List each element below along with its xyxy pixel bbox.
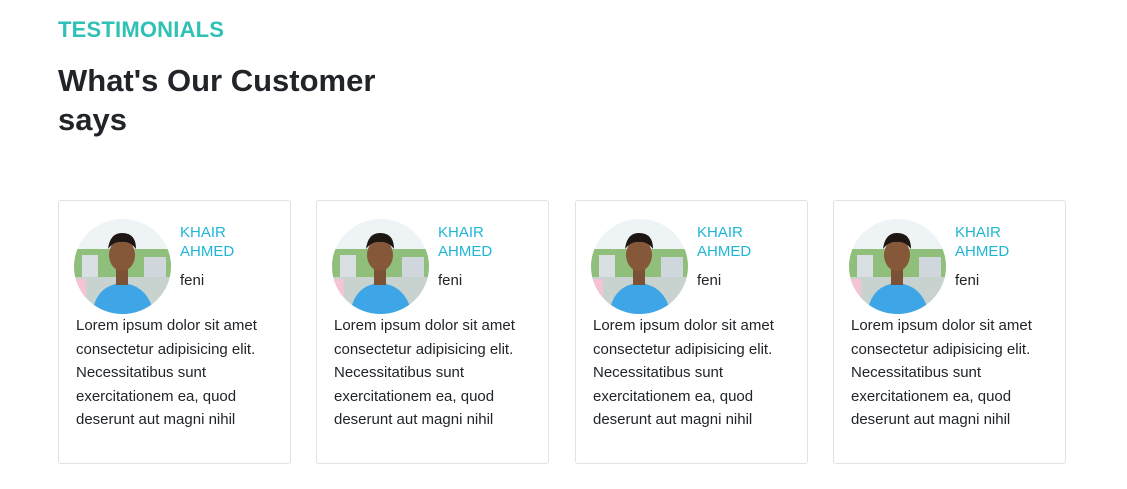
customer-avatar [591,219,688,314]
customer-name: KHAIR AHMED [955,224,1010,260]
customer-location: feni [955,272,980,289]
testimonial-cards: KHAIR AHMED feni Lorem ipsum dolor sit a… [58,200,1068,466]
customer-location: feni [438,272,463,289]
customer-avatar [849,219,946,314]
testimonial-text: Lorem ipsum dolor sit amet consectetur a… [334,317,515,428]
testimonial-card: KHAIR AHMED feni Lorem ipsum dolor sit a… [575,200,808,464]
customer-location: feni [180,272,205,289]
testimonial-text: Lorem ipsum dolor sit amet consectetur a… [851,317,1032,428]
testimonial-text: Lorem ipsum dolor sit amet consectetur a… [76,317,257,428]
customer-avatar [332,219,429,314]
customer-location: feni [697,272,722,289]
customer-name: KHAIR AHMED [438,224,493,260]
section-eyebrow: TESTIMONIALS [58,17,225,42]
customer-name: KHAIR AHMED [180,224,235,260]
testimonial-text: Lorem ipsum dolor sit amet consectetur a… [593,317,774,428]
customer-avatar [74,219,171,314]
customer-name: KHAIR AHMED [697,224,752,260]
testimonial-card: KHAIR AHMED feni Lorem ipsum dolor sit a… [833,200,1066,464]
section-heading: What's Our Customer says [58,63,376,137]
testimonial-card: KHAIR AHMED feni Lorem ipsum dolor sit a… [316,200,549,464]
testimonial-card: KHAIR AHMED feni Lorem ipsum dolor sit a… [58,200,291,464]
